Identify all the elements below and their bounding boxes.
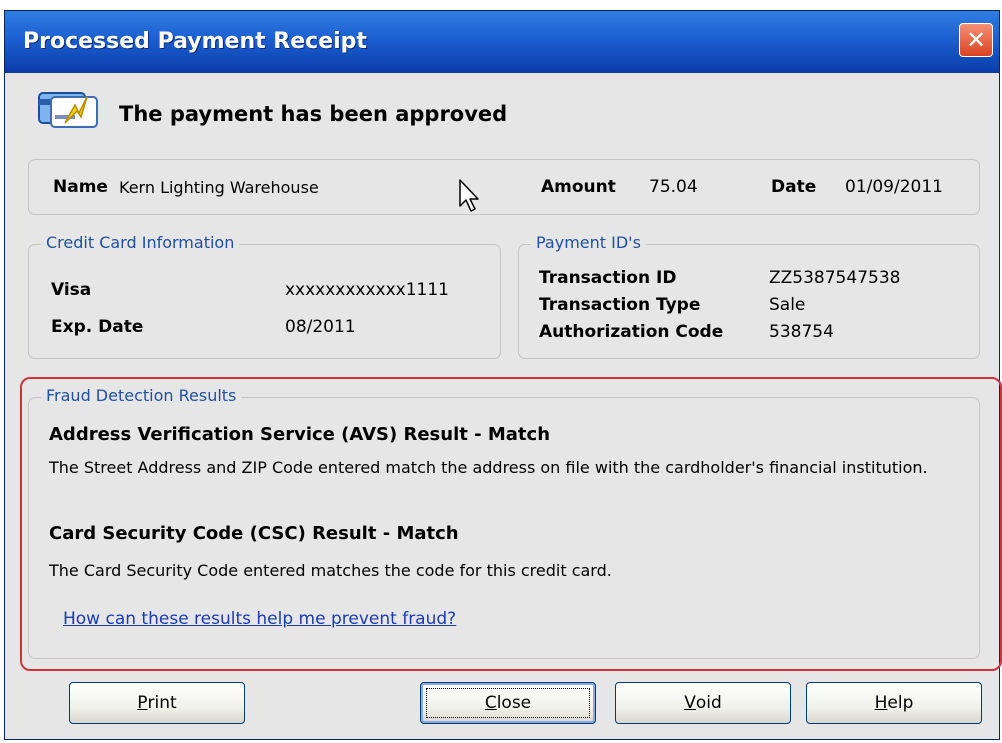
title-bar[interactable]: Processed Payment Receipt ✕	[5, 11, 999, 73]
help-label: elp	[887, 693, 914, 713]
void-label: oid	[695, 693, 722, 713]
close-button[interactable]: Close	[420, 682, 596, 724]
credit-card-legend: Credit Card Information	[41, 233, 240, 252]
print-button[interactable]: Print	[69, 682, 245, 724]
exp-date-value: 08/2011	[285, 317, 356, 337]
payment-ids-legend: Payment ID's	[531, 233, 646, 252]
exp-date-label: Exp. Date	[51, 317, 144, 337]
avs-result-text: The Street Address and ZIP Code entered …	[49, 458, 928, 477]
fraud-legend: Fraud Detection Results	[41, 386, 242, 405]
name-label: Name	[53, 177, 108, 197]
focus-rectangle	[426, 688, 590, 718]
amount-value: 75.04	[649, 177, 698, 197]
date-label: Date	[771, 177, 817, 197]
card-number-value: xxxxxxxxxxxx1111	[285, 280, 449, 300]
help-button[interactable]: Help	[806, 682, 982, 724]
date-value: 01/09/2011	[845, 177, 943, 197]
dialog-body: The payment has been approved Name Kern …	[5, 73, 1002, 739]
receipt-window: Processed Payment Receipt ✕ The payment …	[4, 10, 1002, 740]
fraud-help-link[interactable]: How can these results help me prevent fr…	[63, 609, 456, 629]
mouse-pointer-icon	[459, 179, 479, 212]
credit-card-approved-icon	[38, 92, 98, 128]
window-title: Processed Payment Receipt	[23, 29, 367, 54]
payment-ids-panel: Payment ID's Transaction ID ZZ5387547538…	[518, 233, 980, 359]
close-icon: ✕	[965, 26, 987, 54]
void-mnemonic: V	[684, 693, 696, 713]
name-value: Kern Lighting Warehouse	[119, 178, 319, 197]
authorization-code-value: 538754	[769, 322, 834, 342]
amount-label: Amount	[541, 177, 616, 197]
credit-card-panel: Credit Card Information Visa xxxxxxxxxxx…	[28, 233, 501, 359]
transaction-type-label: Transaction Type	[539, 295, 701, 315]
void-button[interactable]: Void	[615, 682, 791, 724]
print-label: rint	[147, 693, 177, 713]
print-mnemonic: P	[137, 693, 148, 713]
help-mnemonic: H	[874, 693, 888, 713]
avs-result-heading: Address Verification Service (AVS) Resul…	[49, 424, 551, 445]
transaction-type-value: Sale	[769, 295, 806, 315]
payment-summary-panel: Name Kern Lighting Warehouse Amount 75.0…	[28, 159, 980, 215]
approval-message: The payment has been approved	[119, 102, 508, 126]
csc-result-text: The Card Security Code entered matches t…	[49, 561, 612, 580]
transaction-id-label: Transaction ID	[539, 268, 677, 288]
card-type-label: Visa	[51, 280, 92, 300]
transaction-id-value: ZZ5387547538	[769, 268, 901, 288]
csc-result-heading: Card Security Code (CSC) Result - Match	[49, 523, 459, 544]
close-window-button[interactable]: ✕	[959, 23, 993, 57]
authorization-code-label: Authorization Code	[539, 322, 724, 342]
